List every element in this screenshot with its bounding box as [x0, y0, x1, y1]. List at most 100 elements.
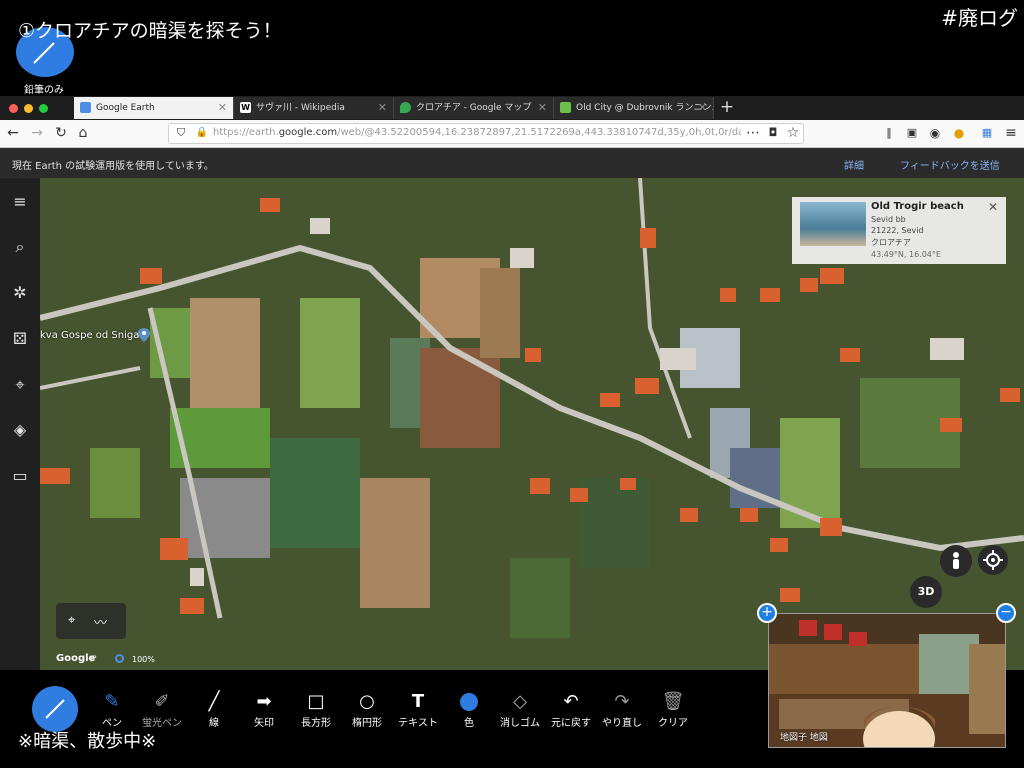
wikipedia-favicon-icon: W [240, 102, 251, 113]
lock-icon: 🔒 [195, 127, 209, 138]
path-icon[interactable]: 〰 [94, 612, 107, 631]
feedback-link[interactable]: フィードバックを送信 [900, 157, 1000, 172]
hamburger-menu-icon[interactable]: ≡ [8, 190, 32, 214]
tool-highlighter[interactable]: ✐ 蛍光ペン [140, 692, 184, 730]
url-domain: google.com [278, 127, 338, 138]
measure-ruler-icon[interactable]: ▭ [8, 464, 32, 488]
beach-thumbnail [800, 202, 866, 246]
tab-close-icon[interactable]: ✕ [218, 97, 227, 119]
tool-clear[interactable]: 🗑 クリア [651, 691, 695, 730]
color-icon [447, 692, 491, 712]
pencil-only-label: 鉛筆のみ [24, 85, 64, 96]
back-arrow-icon[interactable]: ← [4, 124, 22, 142]
details-link[interactable]: 詳細 [844, 157, 864, 172]
account-icon[interactable]: ◉ [926, 124, 944, 142]
picture-in-picture-window[interactable] [768, 613, 1006, 748]
google-logo: Google [56, 653, 96, 664]
tool-label: 長方形 [301, 718, 331, 729]
footer-caption: ※暗渠、散歩中※ [18, 731, 157, 752]
window-minimize-button[interactable] [24, 104, 33, 113]
tool-redo[interactable]: ↷ やり直し [600, 691, 644, 730]
tab-label: クロアチア - Google マップ [416, 103, 532, 113]
tab-close-icon[interactable]: ✕ [378, 97, 387, 119]
arrow-icon: ➡ [256, 691, 272, 712]
close-icon[interactable]: ✕ [988, 200, 998, 214]
voyager-icon[interactable]: ✲ [8, 281, 32, 305]
tool-label: 楕円形 [352, 718, 382, 729]
tab-label: Old City @ Dubrovnik ランニン… [576, 103, 714, 113]
search-icon[interactable]: ⌕ [8, 235, 32, 259]
google-region-suffix: JP [91, 655, 97, 662]
info-card-line: 21222, Sevid [871, 226, 924, 235]
new-tab-button[interactable]: + [716, 97, 738, 119]
extensions-grid-icon[interactable]: ▦ [978, 124, 996, 142]
feeling-lucky-icon[interactable]: ⚄ [8, 327, 32, 351]
text-icon: T [411, 691, 425, 712]
tool-label: 矢印 [254, 718, 274, 729]
line-icon: ╱ [208, 691, 220, 712]
place-pin-icon[interactable] [137, 327, 151, 343]
pegman-icon [953, 552, 959, 569]
eraser-icon: ◇ [513, 691, 527, 712]
pencil-tool-button[interactable] [32, 686, 78, 732]
menu-icon[interactable]: ≡ [1002, 124, 1020, 142]
tab-close-icon[interactable]: ✕ [538, 97, 547, 119]
url-prefix: https://earth. [213, 127, 279, 138]
tab-google-earth[interactable]: Google Earth ✕ [74, 97, 234, 119]
tool-rectangle[interactable]: □ 長方形 [294, 691, 338, 730]
tab-wikipedia[interactable]: W サヴァ川 - Wikipedia ✕ [234, 97, 394, 119]
projects-pin-icon[interactable]: ⌖ [8, 373, 32, 397]
tool-color[interactable]: 色 [447, 692, 491, 729]
tool-label: 元に戻す [551, 718, 591, 729]
tool-ellipse[interactable]: ○ 楕円形 [345, 691, 389, 730]
info-card-line: クロアチア [871, 238, 911, 247]
crosshair-icon [983, 550, 1003, 570]
pegman-button[interactable] [940, 545, 972, 577]
home-icon[interactable]: ⌂ [74, 124, 92, 142]
site-favicon-icon [560, 102, 571, 113]
sidebar-icon[interactable]: ▣ [903, 124, 921, 142]
bookmark-star-icon[interactable]: ☆ [784, 124, 802, 142]
tool-pen[interactable]: ✎ ペン [90, 692, 134, 730]
pip-minimize-button[interactable]: − [996, 603, 1016, 623]
tool-label: やり直し [602, 718, 642, 729]
tool-line[interactable]: ╱ 線 [192, 691, 236, 730]
shield-icon[interactable]: ⛉ [172, 124, 190, 142]
window-zoom-button[interactable] [39, 104, 48, 113]
google-maps-favicon-icon [400, 102, 411, 113]
redo-icon: ↷ [614, 691, 630, 712]
tab-google-maps[interactable]: クロアチア - Google マップ ✕ [394, 97, 554, 119]
reload-icon[interactable]: ↻ [52, 124, 70, 142]
map-tools-panel: ⌖ 〰 [56, 603, 126, 639]
tab-old-city[interactable]: Old City @ Dubrovnik ランニン… ✕ [554, 97, 714, 119]
slide-title: ①クロアチアの暗渠を探そう！ [18, 20, 282, 42]
tool-label: 線 [209, 718, 219, 729]
forward-arrow-icon[interactable]: → [28, 124, 46, 142]
info-card-coordinates: 43.49°N, 16.04°E [871, 250, 941, 259]
ellipse-icon: ○ [359, 691, 375, 712]
place-label[interactable]: kva Gospe od Sniga [40, 330, 139, 341]
my-location-button[interactable] [978, 545, 1008, 575]
undo-icon: ↶ [563, 691, 579, 712]
tool-undo[interactable]: ↶ 元に戻す [549, 691, 593, 730]
rectangle-icon: □ [307, 691, 325, 712]
tool-eraser[interactable]: ◇ 消しゴム [498, 691, 542, 730]
3d-toggle-button[interactable]: 3D [910, 576, 942, 608]
extension-icon[interactable]: ● [950, 124, 968, 142]
tool-label: 消しゴム [500, 718, 540, 729]
pocket-icon[interactable]: ◘ [764, 124, 782, 142]
url-text[interactable]: https://earth.google.com/web/@43.5220059… [213, 127, 741, 138]
tool-text[interactable]: T テキスト [396, 691, 440, 730]
zoom-level: 100% [132, 655, 155, 664]
url-path: /web/@43.52200594,16.23872897,21.5172269… [337, 127, 741, 138]
map-style-layers-icon[interactable]: ◈ [8, 418, 32, 442]
earth-sidebar: ≡ ⌕ ✲ ⚄ ⌖ ◈ ▭ [0, 178, 40, 670]
trash-icon: 🗑 [661, 691, 685, 712]
library-icon[interactable]: ‖ [880, 124, 898, 142]
tab-close-icon[interactable]: ✕ [698, 97, 707, 119]
pip-expand-button[interactable]: + [757, 603, 777, 623]
placemark-icon[interactable]: ⌖ [68, 613, 75, 628]
more-actions-icon[interactable]: ⋯ [744, 124, 762, 142]
tool-arrow[interactable]: ➡ 矢印 [242, 691, 286, 730]
window-close-button[interactable] [9, 104, 18, 113]
